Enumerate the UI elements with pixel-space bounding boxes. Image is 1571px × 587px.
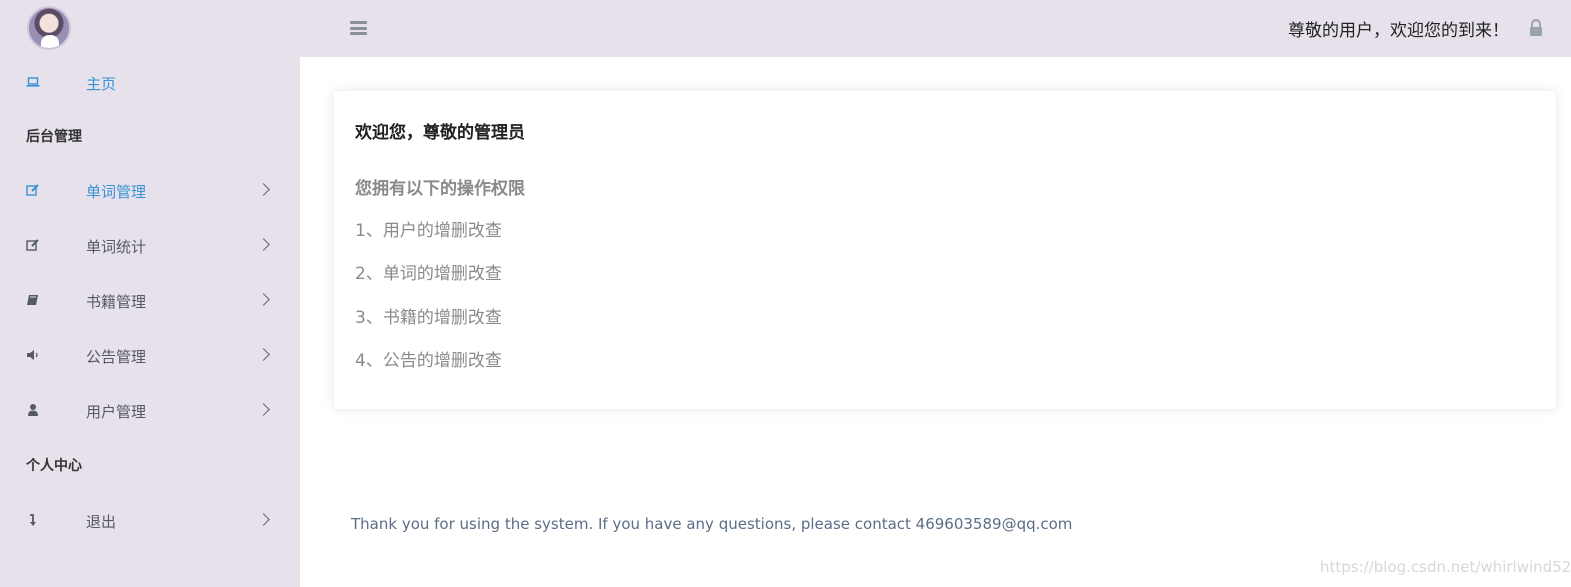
sidebar-item-label: 公告管理 bbox=[86, 348, 147, 366]
welcome-card: 欢迎您，尊敬的管理员 您拥有以下的操作权限 1、用户的增删改查 2、单词的增删改… bbox=[334, 91, 1556, 409]
user-icon bbox=[28, 404, 38, 416]
chevron-right-icon bbox=[257, 403, 270, 416]
volume-icon bbox=[27, 350, 38, 360]
sidebar-item-notice-management[interactable]: 公告管理 bbox=[0, 336, 300, 376]
top-header: 尊敬的用户，欢迎您的到来！ bbox=[0, 0, 1571, 57]
sidebar-item-book-management[interactable]: 书籍管理 bbox=[0, 281, 300, 321]
watermark: https://blog.csdn.net/whirlwind526 bbox=[1320, 558, 1571, 576]
hamburger-icon[interactable] bbox=[350, 21, 367, 35]
lock-icon[interactable] bbox=[1529, 19, 1543, 37]
chevron-right-icon bbox=[257, 238, 270, 251]
sidebar-item-word-statistics[interactable]: 单词统计 bbox=[0, 226, 300, 266]
section-title-personal: 个人中心 bbox=[26, 458, 82, 474]
book-icon bbox=[27, 295, 38, 305]
page-title: 欢迎您，尊敬的管理员 bbox=[355, 123, 525, 143]
footer-text: Thank you for using the system. If you h… bbox=[351, 515, 1073, 533]
sidebar-item-label: 书籍管理 bbox=[86, 293, 147, 311]
chevron-right-icon bbox=[257, 513, 270, 526]
sidebar-item-home[interactable]: 主页 bbox=[0, 63, 300, 103]
sidebar-item-label: 单词管理 bbox=[86, 183, 147, 201]
avatar[interactable] bbox=[27, 6, 71, 50]
section-title-admin: 后台管理 bbox=[26, 129, 82, 145]
laptop-icon bbox=[26, 77, 40, 87]
chevron-right-icon bbox=[257, 348, 270, 361]
chevron-right-icon bbox=[257, 293, 270, 306]
sidebar-item-label: 退出 bbox=[86, 513, 117, 531]
sidebar-item-logout[interactable]: 退出 bbox=[0, 501, 300, 541]
sidebar-item-label: 单词统计 bbox=[86, 238, 147, 256]
sidebar-item-label: 主页 bbox=[86, 75, 117, 93]
permission-item: 1、用户的增删改查 bbox=[355, 221, 502, 241]
greeting-text: 尊敬的用户，欢迎您的到来！ bbox=[1288, 21, 1509, 41]
sidebar-item-label: 用户管理 bbox=[86, 403, 147, 421]
permission-item: 2、单词的增删改查 bbox=[355, 264, 502, 284]
sidebar-item-word-management[interactable]: 单词管理 bbox=[0, 171, 300, 211]
permissions-heading: 您拥有以下的操作权限 bbox=[355, 179, 525, 199]
edit-icon bbox=[26, 184, 39, 196]
sidebar: 主页 后台管理 单词管理 单词统计 书籍管理 公告管理 用户管理 个人中心 退出 bbox=[0, 57, 300, 587]
permission-item: 4、公告的增删改查 bbox=[355, 351, 502, 371]
sidebar-item-user-management[interactable]: 用户管理 bbox=[0, 391, 300, 431]
logout-icon bbox=[30, 514, 36, 526]
permission-item: 3、书籍的增删改查 bbox=[355, 308, 502, 328]
chevron-right-icon bbox=[257, 183, 270, 196]
edit-icon bbox=[26, 239, 39, 251]
